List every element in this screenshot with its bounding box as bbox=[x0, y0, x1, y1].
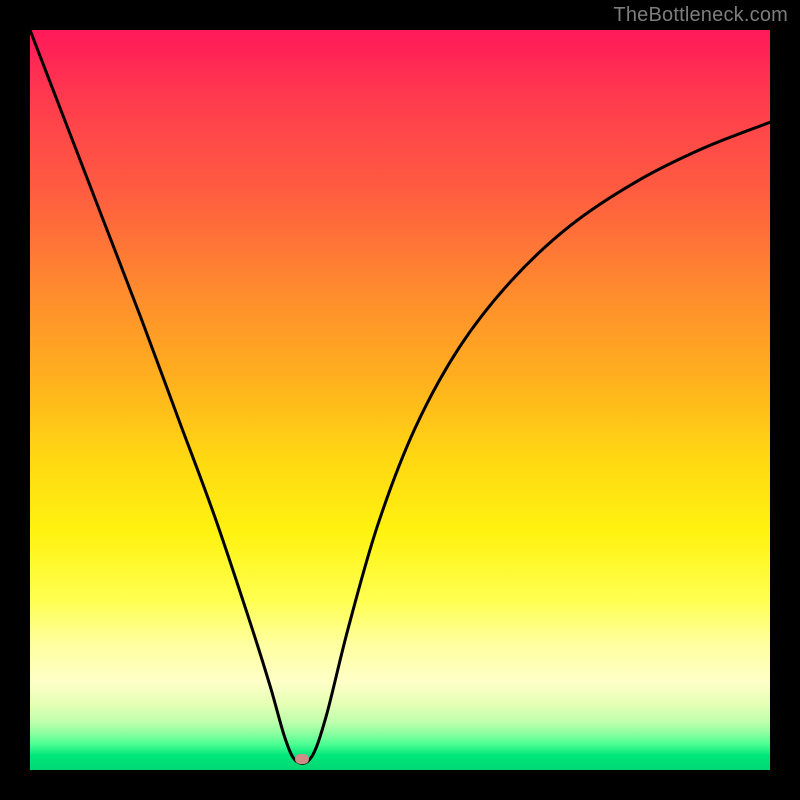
watermark-text: TheBottleneck.com bbox=[613, 4, 788, 27]
optimal-point-marker bbox=[295, 754, 309, 764]
chart-frame: TheBottleneck.com bbox=[0, 0, 800, 800]
curve-path bbox=[30, 30, 770, 763]
plot-area bbox=[30, 30, 770, 770]
bottleneck-curve bbox=[30, 30, 770, 770]
